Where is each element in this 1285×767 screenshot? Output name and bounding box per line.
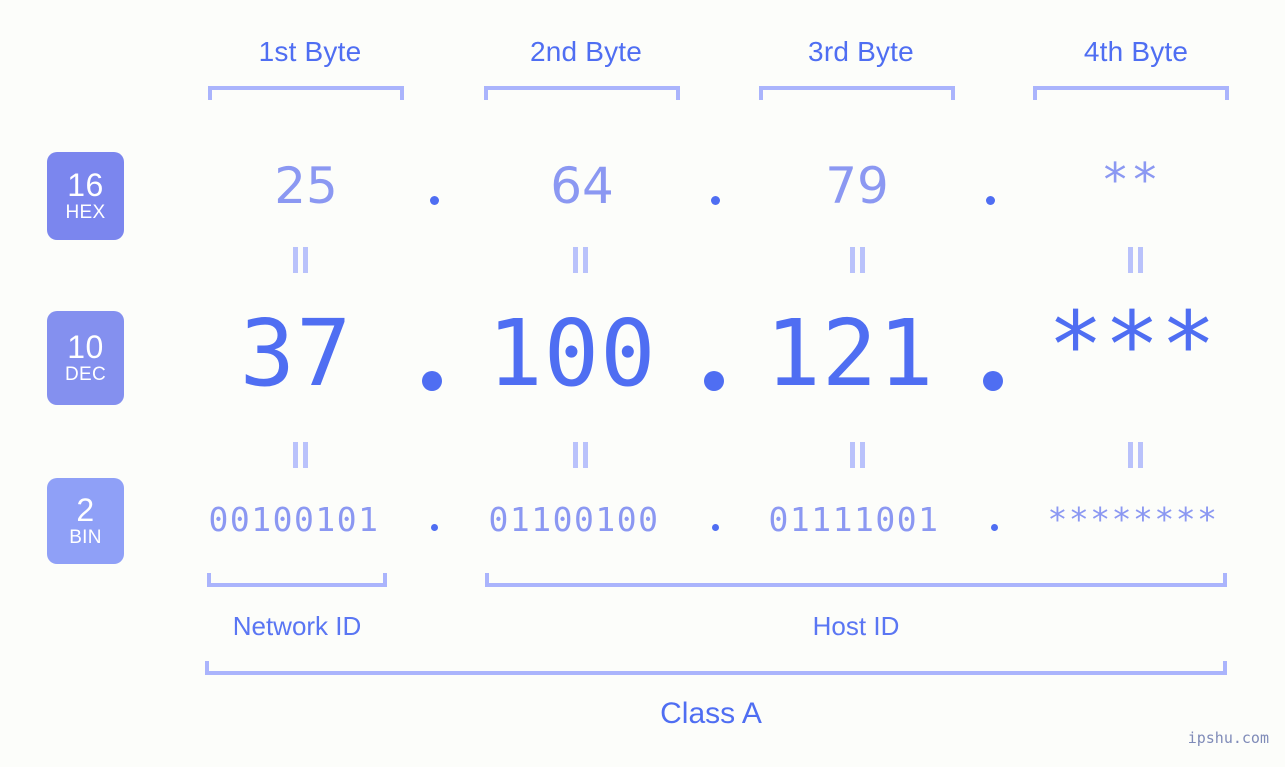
hex-byte-3: 79: [825, 157, 889, 215]
badge-dec-number: 10: [67, 329, 104, 365]
badge-hex: 16 HEX: [47, 152, 124, 240]
bin-byte-3: 01111001: [768, 500, 940, 539]
equals-mark-hex-dec-1: [290, 247, 312, 273]
dec-byte-2: 100: [487, 300, 657, 407]
byte-header-label-1: 1st Byte: [258, 36, 362, 67]
dec-byte-4: ***: [1047, 292, 1218, 399]
equals-mark-hex-dec-3: [847, 247, 869, 273]
dec-byte-3: 121: [765, 300, 935, 407]
badge-bin-system: BIN: [69, 527, 102, 548]
hex-dot-1: [430, 196, 439, 205]
class-label: Class A: [660, 697, 762, 730]
bin-dot-1: [431, 524, 438, 531]
hex-byte-1: 25: [274, 157, 338, 215]
host-id-bracket: [485, 573, 1227, 587]
equals-mark-dec-bin-1: [290, 442, 312, 468]
dec-byte-1: 37: [239, 300, 353, 407]
bin-byte-4: ********: [1047, 500, 1219, 539]
ip-address-breakdown-diagram: 1st Byte 2nd Byte 3rd Byte 4th Byte 16 H…: [0, 0, 1285, 767]
equals-mark-dec-bin-2: [570, 442, 592, 468]
badge-hex-number: 16: [67, 167, 104, 203]
byte-header-label-3: 3rd Byte: [808, 36, 914, 67]
byte-bracket-2: [484, 86, 680, 100]
host-id-label: Host ID: [812, 611, 900, 641]
class-bracket: [205, 661, 1227, 675]
network-id-label: Network ID: [232, 611, 362, 641]
bin-dot-2: [712, 524, 719, 531]
badge-dec: 10 DEC: [47, 311, 124, 405]
equals-mark-dec-bin-4: [1125, 442, 1147, 468]
bin-byte-1: 00100101: [208, 500, 380, 539]
dec-dot-2: [704, 371, 724, 391]
hex-dot-2: [711, 196, 720, 205]
badge-hex-system: HEX: [65, 202, 106, 223]
dec-dot-1: [422, 371, 442, 391]
dec-dot-3: [983, 371, 1003, 391]
hex-byte-2: 64: [550, 157, 614, 215]
badge-bin: 2 BIN: [47, 478, 124, 564]
equals-mark-dec-bin-3: [847, 442, 869, 468]
badge-bin-number: 2: [76, 492, 95, 528]
byte-bracket-1: [208, 86, 404, 100]
watermark: ipshu.com: [1187, 729, 1269, 747]
byte-header-label-2: 2nd Byte: [529, 36, 643, 67]
badge-dec-system: DEC: [64, 364, 106, 385]
equals-mark-hex-dec-4: [1125, 247, 1147, 273]
bin-byte-2: 01100100: [488, 500, 660, 539]
hex-byte-4: **: [1101, 153, 1161, 207]
bin-dot-3: [991, 524, 998, 531]
hex-dot-3: [986, 196, 995, 205]
byte-header-label-4: 4th Byte: [1083, 36, 1189, 67]
network-id-bracket: [207, 573, 387, 587]
byte-bracket-4: [1033, 86, 1229, 100]
equals-mark-hex-dec-2: [570, 247, 592, 273]
byte-bracket-3: [759, 86, 955, 100]
